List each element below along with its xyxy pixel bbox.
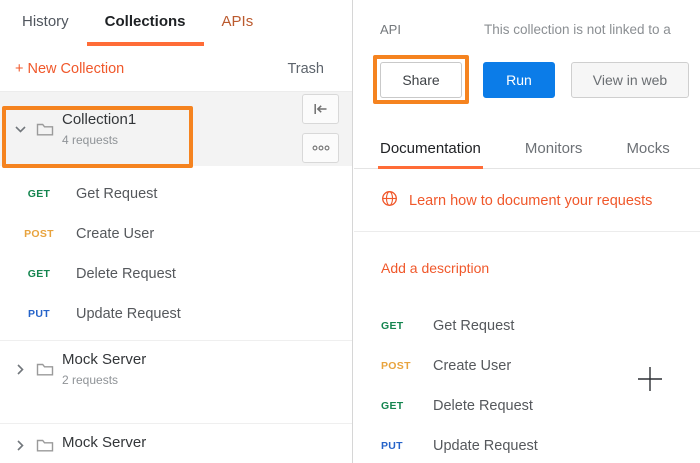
collection-detail-panel: API This collection is not linked to a S… bbox=[354, 0, 700, 463]
request-name: Delete Request bbox=[433, 398, 533, 414]
collection-more-options-button[interactable] bbox=[302, 133, 339, 163]
collection-row[interactable]: Collection1 4 requests bbox=[0, 92, 352, 166]
method-badge: GET bbox=[381, 400, 433, 412]
method-badge: GET bbox=[16, 268, 62, 280]
method-badge: POST bbox=[381, 360, 433, 372]
view-in-web-button[interactable]: View in web bbox=[571, 62, 689, 98]
request-row[interactable]: GET Delete Request bbox=[0, 254, 352, 294]
request-name: Update Request bbox=[76, 306, 181, 322]
collection-request-count: 4 requests bbox=[62, 133, 136, 147]
request-name: Get Request bbox=[433, 318, 514, 334]
request-row[interactable]: GET Get Request bbox=[381, 306, 538, 346]
request-name: Update Request bbox=[433, 438, 538, 454]
chevron-down-icon[interactable] bbox=[8, 126, 32, 133]
api-status-row: API This collection is not linked to a bbox=[380, 22, 671, 37]
api-label: API bbox=[380, 22, 401, 37]
learn-documentation-link-row[interactable]: Learn how to document your requests bbox=[354, 170, 700, 232]
request-row[interactable]: GET Get Request bbox=[0, 174, 352, 214]
crosshair-cursor-icon bbox=[637, 366, 663, 392]
request-row[interactable]: POST Create User bbox=[381, 346, 538, 386]
tab-mocks[interactable]: Mocks bbox=[626, 140, 669, 168]
folder-icon bbox=[32, 362, 58, 377]
request-name: Create User bbox=[76, 226, 154, 242]
collection-name: Mock Server bbox=[62, 434, 146, 451]
chevron-right-icon[interactable] bbox=[8, 440, 32, 451]
collection-row-mock-server-2[interactable]: Mock Server bbox=[0, 423, 352, 463]
tab-collections[interactable]: Collections bbox=[87, 0, 204, 46]
method-badge: GET bbox=[381, 320, 433, 332]
arrow-to-bar-left-icon bbox=[313, 103, 328, 115]
run-button[interactable]: Run bbox=[483, 62, 555, 98]
method-badge: PUT bbox=[16, 308, 62, 320]
request-name: Delete Request bbox=[76, 266, 176, 282]
collection-row-actions bbox=[302, 94, 339, 163]
ellipsis-icon bbox=[312, 145, 330, 151]
share-button[interactable]: Share bbox=[380, 62, 462, 98]
api-link-notice: This collection is not linked to a bbox=[484, 22, 671, 37]
sidebar-tabbar: History Collections APIs bbox=[0, 0, 352, 46]
request-row[interactable]: GET Delete Request bbox=[381, 386, 538, 426]
tab-documentation[interactable]: Documentation bbox=[380, 140, 481, 168]
tab-history[interactable]: History bbox=[4, 0, 87, 46]
request-row[interactable]: POST Create User bbox=[0, 214, 352, 254]
collection-name: Collection1 bbox=[62, 111, 136, 128]
collection-name: Mock Server bbox=[62, 351, 146, 368]
chevron-right-icon[interactable] bbox=[8, 364, 32, 375]
collection-request-count: 2 requests bbox=[62, 373, 146, 387]
collapse-sidebar-button[interactable] bbox=[302, 94, 339, 124]
request-name: Get Request bbox=[76, 186, 157, 202]
collection-request-list: GET Get Request POST Create User GET Del… bbox=[0, 166, 352, 334]
request-row[interactable]: PUT Update Request bbox=[381, 426, 538, 463]
add-description-link[interactable]: Add a description bbox=[381, 260, 489, 276]
sidebar-actionbar: + New Collection Trash bbox=[0, 46, 352, 92]
learn-documentation-link[interactable]: Learn how to document your requests bbox=[409, 193, 652, 209]
tab-apis[interactable]: APIs bbox=[204, 0, 272, 46]
new-collection-button[interactable]: + New Collection bbox=[15, 61, 124, 77]
collection-action-buttons: Share Run View in web bbox=[380, 62, 689, 98]
request-row[interactable]: PUT Update Request bbox=[0, 294, 352, 334]
documentation-request-list: GET Get Request POST Create User GET Del… bbox=[381, 306, 538, 463]
method-badge: PUT bbox=[381, 440, 433, 452]
folder-icon bbox=[32, 122, 58, 137]
panel-tabbar: Documentation Monitors Mocks bbox=[354, 131, 700, 169]
request-name: Create User bbox=[433, 358, 511, 374]
tab-monitors[interactable]: Monitors bbox=[525, 140, 583, 168]
trash-button[interactable]: Trash bbox=[287, 61, 324, 77]
postman-app: History Collections APIs + New Collectio… bbox=[0, 0, 700, 463]
folder-icon bbox=[32, 438, 58, 453]
sidebar: History Collections APIs + New Collectio… bbox=[0, 0, 353, 463]
collection-row-mock-server[interactable]: Mock Server 2 requests bbox=[0, 340, 352, 397]
method-badge: POST bbox=[16, 228, 62, 240]
method-badge: GET bbox=[16, 188, 62, 200]
globe-icon bbox=[381, 190, 398, 212]
